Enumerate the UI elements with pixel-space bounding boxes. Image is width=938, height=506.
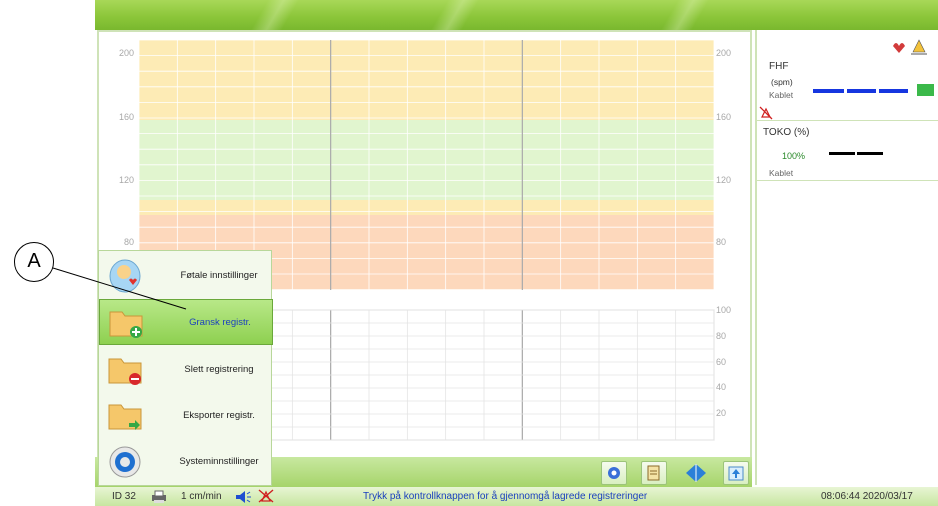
menu-item-system-settings[interactable]: Systeminnstillinger bbox=[99, 439, 271, 485]
toco-tick-right: 100 bbox=[716, 305, 732, 315]
toco-tick-right: 20 bbox=[716, 408, 727, 418]
scroll-button[interactable] bbox=[683, 461, 709, 485]
fhr-tick-left: 200 bbox=[119, 48, 135, 58]
fhr-band-warn-high bbox=[139, 40, 714, 120]
fhr-tick-left: 160 bbox=[119, 112, 135, 122]
title-bar bbox=[95, 0, 938, 30]
vitals-panel: FHF (spm) Kablet TOKO (%) 100% Kablet bbox=[755, 30, 938, 485]
fhf-value-dashes bbox=[813, 89, 908, 93]
toko-value: 100% bbox=[782, 151, 806, 161]
printer-icon[interactable] bbox=[150, 490, 168, 504]
fhr-tick-left: 80 bbox=[124, 237, 135, 247]
heart-icon bbox=[893, 43, 905, 53]
callout-label: A bbox=[14, 242, 54, 282]
folder-export-icon bbox=[108, 404, 142, 430]
panel-divider bbox=[757, 120, 938, 121]
alarm-status-icons bbox=[893, 39, 927, 55]
menu-item-label: Systeminnstillinger bbox=[179, 456, 259, 467]
decor-leaf bbox=[425, 0, 485, 30]
menu-item-delete-recording[interactable]: Slett registrering bbox=[99, 347, 271, 393]
decor-leaf bbox=[655, 0, 715, 30]
alarm-muted-icon[interactable] bbox=[258, 489, 274, 503]
upload-icon bbox=[728, 466, 744, 481]
folder-delete-icon bbox=[108, 358, 142, 385]
bell-icon bbox=[912, 39, 926, 53]
fhr-tick-right: 80 bbox=[716, 237, 727, 247]
toko-source: Kablet bbox=[769, 168, 794, 178]
fhr-band-normal bbox=[139, 120, 714, 200]
decor-leaf bbox=[245, 0, 305, 30]
toko-dash bbox=[857, 152, 883, 155]
status-bar: ID 32 1 cm/min Trykk på kontrollknappen … bbox=[95, 487, 938, 506]
fhr-band-warn-low bbox=[139, 200, 714, 215]
patient-id: ID 32 bbox=[112, 491, 136, 502]
clock: 08:06:44 2020/03/17 bbox=[821, 491, 913, 502]
toko-dash bbox=[829, 152, 855, 155]
menu-item-export-recording[interactable]: Eksporter registr. bbox=[99, 393, 271, 439]
fhf-signal-icon bbox=[917, 84, 934, 96]
fhr-tick-right: 120 bbox=[716, 175, 732, 185]
system-gear-icon bbox=[109, 446, 141, 478]
speaker-icon[interactable] bbox=[234, 490, 252, 504]
status-message: Trykk på kontrollknappen for å gjennomgå… bbox=[363, 491, 648, 502]
notes-button[interactable] bbox=[641, 461, 667, 485]
diamond-arrows-icon bbox=[686, 464, 706, 482]
panel-divider bbox=[757, 180, 938, 181]
fhr-tick-right: 160 bbox=[716, 112, 732, 122]
fhr-tick-right: 200 bbox=[716, 48, 732, 58]
fhf-label: FHF bbox=[769, 61, 789, 72]
fhf-alarm-off-icon[interactable] bbox=[759, 106, 773, 120]
fhr-tick-left: 120 bbox=[119, 175, 135, 185]
export-button[interactable] bbox=[723, 461, 749, 485]
settings-button[interactable] bbox=[601, 461, 627, 485]
toco-tick-right: 60 bbox=[716, 357, 727, 367]
toco-tick-right: 80 bbox=[716, 331, 727, 341]
menu-item-label: Eksporter registr. bbox=[183, 410, 255, 421]
toco-tick-right: 40 bbox=[716, 382, 727, 392]
paper-speed: 1 cm/min bbox=[181, 491, 222, 502]
fhf-unit: (spm) bbox=[771, 77, 793, 87]
callout-leader-line bbox=[52, 267, 187, 310]
toko-label: TOKO (%) bbox=[763, 127, 810, 138]
gear-icon bbox=[608, 467, 620, 479]
notepad-icon bbox=[647, 465, 660, 481]
fhf-source: Kablet bbox=[769, 90, 794, 100]
menu-item-label: Slett registrering bbox=[184, 364, 254, 375]
